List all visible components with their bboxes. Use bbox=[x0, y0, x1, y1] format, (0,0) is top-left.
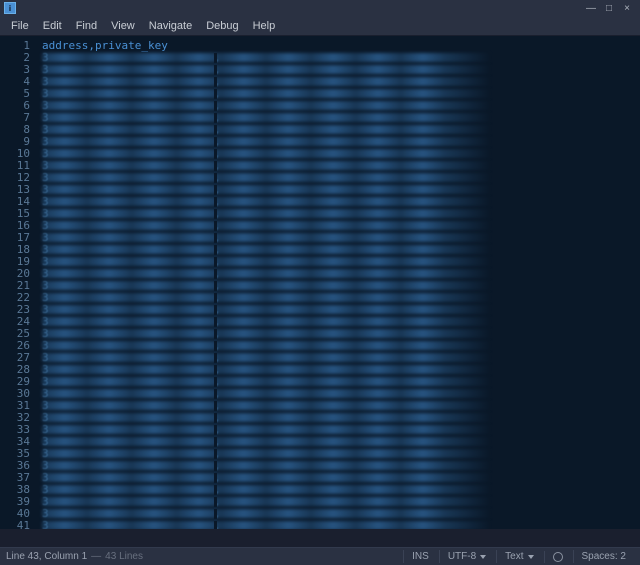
status-settings[interactable] bbox=[544, 551, 571, 563]
menubar: File Edit Find View Navigate Debug Help bbox=[0, 16, 640, 36]
redacted-line[interactable]: 3, bbox=[38, 424, 640, 436]
redacted-line[interactable]: 3, bbox=[38, 244, 640, 256]
redacted-line[interactable]: 3, bbox=[38, 412, 640, 424]
status-sep: — bbox=[91, 551, 101, 562]
status-insert-label: INS bbox=[412, 551, 429, 562]
minimize-button[interactable]: — bbox=[582, 1, 600, 15]
redacted-line[interactable]: 3, bbox=[38, 376, 640, 388]
redacted-line[interactable]: 3, bbox=[38, 520, 640, 529]
redacted-line[interactable]: 3, bbox=[38, 472, 640, 484]
redacted-line[interactable]: 3, bbox=[38, 436, 640, 448]
redacted-line[interactable]: 3, bbox=[38, 364, 640, 376]
status-syntax-label: Text bbox=[505, 551, 523, 562]
redacted-line[interactable]: 3, bbox=[38, 460, 640, 472]
redacted-line[interactable]: 3, bbox=[38, 136, 640, 148]
status-insert-mode[interactable]: INS bbox=[403, 550, 437, 563]
status-position: Line 43, Column 1 bbox=[6, 551, 87, 562]
redacted-line[interactable]: 3, bbox=[38, 172, 640, 184]
redacted-line[interactable]: 3, bbox=[38, 256, 640, 268]
redacted-line[interactable]: 3, bbox=[38, 208, 640, 220]
redacted-line[interactable]: 3, bbox=[38, 64, 640, 76]
editor-area[interactable]: 1234567891011121314151617181920212223242… bbox=[0, 36, 640, 529]
status-syntax[interactable]: Text bbox=[496, 550, 541, 563]
app-icon: i bbox=[4, 2, 16, 14]
redacted-line[interactable]: 3, bbox=[38, 508, 640, 520]
maximize-button[interactable]: □ bbox=[600, 1, 618, 15]
redacted-line[interactable]: 3, bbox=[38, 484, 640, 496]
redacted-line[interactable]: 3, bbox=[38, 232, 640, 244]
redacted-line[interactable]: 3, bbox=[38, 76, 640, 88]
menu-navigate[interactable]: Navigate bbox=[142, 18, 199, 34]
redacted-line[interactable]: 3, bbox=[38, 100, 640, 112]
line-number: 41 bbox=[0, 520, 30, 529]
status-left: Line 43, Column 1 — 43 Lines bbox=[6, 551, 403, 562]
status-encoding[interactable]: UTF-8 bbox=[439, 550, 494, 563]
close-button[interactable]: × bbox=[618, 1, 636, 15]
redacted-line[interactable]: 3, bbox=[38, 292, 640, 304]
redacted-line[interactable]: 3, bbox=[38, 52, 640, 64]
redacted-line[interactable]: 3, bbox=[38, 88, 640, 100]
redacted-line[interactable]: 3, bbox=[38, 316, 640, 328]
statusbar: Line 43, Column 1 — 43 Lines INS UTF-8 T… bbox=[0, 547, 640, 565]
redacted-line[interactable]: 3, bbox=[38, 280, 640, 292]
redacted-line[interactable]: 3, bbox=[38, 400, 640, 412]
redacted-prefix: 3 bbox=[42, 520, 49, 529]
redacted-line[interactable]: 3, bbox=[38, 196, 640, 208]
code-area[interactable]: address,private_key3,3,3,3,3,3,3,3,3,3,3… bbox=[38, 36, 640, 529]
bottom-strip bbox=[0, 529, 640, 547]
menu-view[interactable]: View bbox=[104, 18, 142, 34]
menu-find[interactable]: Find bbox=[69, 18, 104, 34]
redacted-line[interactable]: 3, bbox=[38, 352, 640, 364]
redacted-line[interactable]: 3, bbox=[38, 304, 640, 316]
chevron-down-icon bbox=[480, 555, 486, 559]
redacted-separator: , bbox=[214, 520, 221, 529]
titlebar: i — □ × bbox=[0, 0, 640, 16]
chevron-down-icon bbox=[528, 555, 534, 559]
status-spaces-label: Spaces: 2 bbox=[582, 551, 626, 562]
redacted-line[interactable]: 3, bbox=[38, 268, 640, 280]
redacted-line[interactable]: 3, bbox=[38, 160, 640, 172]
menu-edit[interactable]: Edit bbox=[36, 18, 69, 34]
redacted-line[interactable]: 3, bbox=[38, 328, 640, 340]
redacted-line[interactable]: 3, bbox=[38, 184, 640, 196]
menu-help[interactable]: Help bbox=[246, 18, 283, 34]
menu-file[interactable]: File bbox=[4, 18, 36, 34]
gear-icon bbox=[553, 552, 563, 562]
status-spaces[interactable]: Spaces: 2 bbox=[573, 550, 634, 563]
redacted-line[interactable]: 3, bbox=[38, 448, 640, 460]
menu-debug[interactable]: Debug bbox=[199, 18, 245, 34]
status-encoding-label: UTF-8 bbox=[448, 551, 476, 562]
status-meta: 43 Lines bbox=[105, 551, 143, 562]
redacted-line[interactable]: 3, bbox=[38, 124, 640, 136]
redacted-line[interactable]: 3, bbox=[38, 340, 640, 352]
redacted-line[interactable]: 3, bbox=[38, 148, 640, 160]
line-number-gutter: 1234567891011121314151617181920212223242… bbox=[0, 36, 38, 529]
status-right: INS UTF-8 Text Spaces: 2 bbox=[403, 550, 634, 563]
redacted-line[interactable]: 3, bbox=[38, 112, 640, 124]
redacted-line[interactable]: 3, bbox=[38, 496, 640, 508]
redacted-line[interactable]: 3, bbox=[38, 220, 640, 232]
redacted-line[interactable]: 3, bbox=[38, 388, 640, 400]
code-line[interactable]: address,private_key bbox=[38, 40, 640, 52]
